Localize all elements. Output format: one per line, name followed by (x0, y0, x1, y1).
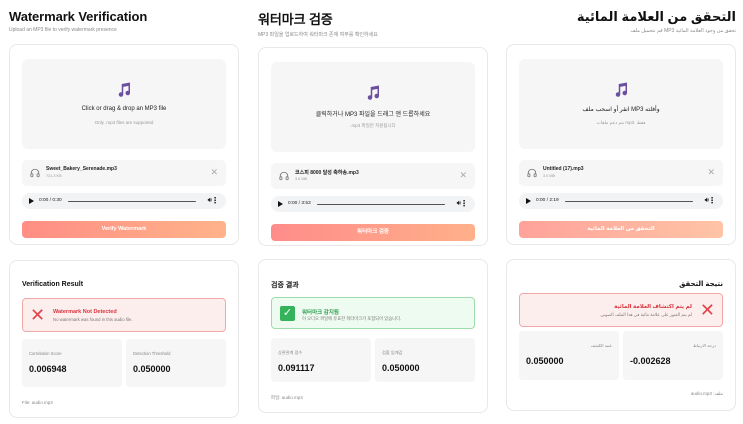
file-name: Sweet_Bakery_Serenade.mp3 (46, 166, 117, 172)
seek-slider[interactable] (565, 200, 693, 202)
correlation-score-label: 상관관계 점수 (278, 350, 303, 355)
result-file-name: File: audio.mp3 (22, 400, 53, 405)
error-x-icon: ✕ (699, 300, 715, 320)
playback-time: 0:00 / 3:53 (288, 201, 311, 206)
verify-watermark-button[interactable]: 워터마크 검증 (271, 224, 475, 241)
result-file-name: 파일: audio.mp3 (271, 395, 303, 400)
correlation-score-label: Correlation Score (29, 351, 62, 356)
result-title: 검증 결과 (271, 282, 299, 289)
play-icon[interactable] (278, 201, 283, 207)
detection-threshold-box: Detection Threshold 0.050000 (126, 339, 226, 387)
result-card: Verification Result ✕ Watermark Not Dete… (9, 260, 239, 418)
dropzone-label: 클릭하거나 MP3 파일을 드래그 앤 드롭하세요 (315, 112, 431, 118)
seek-slider[interactable] (317, 203, 445, 205)
music-note-icon (367, 85, 380, 100)
file-size: 3.0 MB (543, 174, 556, 178)
result-file-name: ملف: audio.mp3 (690, 391, 723, 396)
status-alert: ✓ 워터마크 감지됨 이 오디오 파일에 유효한 워터마크가 포함되어 있습니다… (271, 297, 475, 329)
verify-watermark-button[interactable]: Verify Watermark (22, 221, 226, 238)
alert-message: لم يتم العثور على علامة مائية في هذا الم… (600, 312, 692, 317)
alert-message: No watermark was found in this audio fil… (53, 317, 133, 322)
page-subtitle: تحقق من وجود العلامة المائية MP3 قم بتحم… (630, 28, 736, 34)
more-options-icon[interactable]: ⋮ (211, 196, 219, 205)
detection-threshold-label: 검출 임계값 (382, 350, 403, 355)
detection-threshold-label: Detection Threshold (133, 351, 171, 356)
headphones-icon (30, 168, 40, 178)
dropzone-label: وأفلته MP3 انقر أو اسحب ملف (582, 107, 660, 113)
file-size: 3.6 MB (295, 177, 308, 181)
detection-threshold-value: 0.050000 (382, 363, 420, 373)
headphones-icon (527, 168, 537, 178)
upload-card: 클릭하거나 MP3 파일을 드래그 앤 드롭하세요 .mp3 파일만 지원됩니다… (258, 47, 488, 246)
page-subtitle: MP3 파일을 업로드하여 워터마크 존재 여부를 확인하세요 (258, 32, 378, 38)
audio-player[interactable]: 0:00 / 2:19 🔊︎ ⋮ (519, 193, 723, 209)
error-x-icon: ✕ (30, 305, 46, 325)
audio-player[interactable]: 0:00 / 3:53 🔊︎ ⋮ (271, 196, 475, 212)
dropzone-label: Click or drag & drop an MP3 file (81, 106, 167, 112)
file-dropzone[interactable]: Click or drag & drop an MP3 file Only .m… (22, 59, 226, 149)
result-title: Verification Result (22, 281, 84, 288)
status-alert: ✕ لم يتم اكتشاف العلامة المائية لم يتم ا… (519, 293, 723, 327)
selected-file: Sweet_Bakery_Serenade.mp3 721.3 KB ✕ (22, 160, 226, 186)
page-subtitle: Upload an MP3 file to verify watermark p… (9, 27, 117, 33)
detection-threshold-box: 검출 임계값 0.050000 (375, 338, 475, 382)
page-title: التحقق من العلامة المائية (576, 9, 736, 24)
success-check-icon: ✓ (280, 306, 295, 321)
upload-card: Click or drag & drop an MP3 file Only .m… (9, 44, 239, 245)
selected-file: Untitled (17).mp3 3.0 MB ✕ (519, 160, 723, 186)
detection-threshold-label: عتبة الكشف (590, 343, 612, 348)
file-name: 코스피 8000 달성 축하송.mp3 (295, 170, 359, 176)
file-name: Untitled (17).mp3 (543, 166, 584, 172)
alert-title: Watermark Not Detected (53, 309, 117, 315)
upload-card: وأفلته MP3 انقر أو اسحب ملف فقط .mp3 يتم… (506, 44, 736, 245)
playback-time: 0:00 / 0:30 (39, 198, 62, 203)
correlation-score-value: 0.091117 (278, 363, 315, 373)
music-note-icon (118, 82, 131, 97)
page-title: Watermark Verification (9, 9, 148, 24)
detection-threshold-box: عتبة الكشف 0.050000 (519, 331, 619, 380)
detection-threshold-value: 0.050000 (526, 356, 564, 366)
result-title: نتيجة التحقق (679, 281, 723, 288)
alert-message: 이 오디오 파일에 유효한 워터마크가 포함되어 있습니다. (302, 316, 402, 321)
play-icon[interactable] (29, 198, 34, 204)
dropzone-hint: Only .mp3 files are supported (94, 120, 154, 125)
correlation-score-box: Correlation Score 0.006948 (22, 339, 122, 387)
result-card: نتيجة التحقق ✕ لم يتم اكتشاف العلامة الم… (506, 259, 736, 411)
correlation-score-box: 상관관계 점수 0.091117 (271, 338, 371, 382)
correlation-score-value: 0.006948 (29, 364, 67, 374)
status-alert: ✕ Watermark Not Detected No watermark wa… (22, 298, 226, 332)
selected-file: 코스피 8000 달성 축하송.mp3 3.6 MB ✕ (271, 163, 475, 189)
more-options-icon[interactable]: ⋮ (708, 196, 716, 205)
audio-player[interactable]: 0:00 / 0:30 🔊︎ ⋮ (22, 193, 226, 209)
headphones-icon (279, 171, 289, 181)
correlation-score-label: درجة الارتباط (692, 343, 716, 348)
correlation-score-value: -0.002628 (630, 356, 671, 366)
play-icon[interactable] (526, 198, 531, 204)
correlation-score-box: درجة الارتباط -0.002628 (623, 331, 723, 380)
remove-file-close-icon[interactable]: ✕ (210, 167, 218, 177)
alert-title: لم يتم اكتشاف العلامة المائية (614, 304, 692, 310)
alert-title: 워터마크 감지됨 (302, 310, 339, 316)
dropzone-hint: فقط .mp3 يتم دعم ملفات (596, 120, 646, 125)
file-dropzone[interactable]: 클릭하거나 MP3 파일을 드래그 앤 드롭하세요 .mp3 파일만 지원됩니다 (271, 62, 475, 152)
music-note-icon (615, 82, 628, 97)
panel-ar: التحقق من العلامة المائية تحقق من وجود ا… (506, 0, 736, 424)
file-dropzone[interactable]: وأفلته MP3 انقر أو اسحب ملف فقط .mp3 يتم… (519, 59, 723, 149)
dropzone-hint: .mp3 파일만 지원됩니다 (350, 123, 396, 128)
result-card: 검증 결과 ✓ 워터마크 감지됨 이 오디오 파일에 유효한 워터마크가 포함되… (258, 259, 488, 413)
remove-file-close-icon[interactable]: ✕ (707, 167, 715, 177)
playback-time: 0:00 / 2:19 (536, 198, 559, 203)
verify-watermark-button[interactable]: التحقق من العلامة المائية (519, 221, 723, 238)
remove-file-close-icon[interactable]: ✕ (459, 170, 467, 180)
more-options-icon[interactable]: ⋮ (460, 199, 468, 208)
panel-ko: 워터마크 검증 MP3 파일을 업로드하여 워터마크 존재 여부를 확인하세요 … (258, 0, 488, 424)
page-title: 워터마크 검증 (258, 12, 333, 27)
file-size: 721.3 KB (46, 174, 62, 178)
panel-en: Watermark Verification Upload an MP3 fil… (9, 0, 239, 424)
seek-slider[interactable] (68, 200, 196, 202)
detection-threshold-value: 0.050000 (133, 364, 171, 374)
